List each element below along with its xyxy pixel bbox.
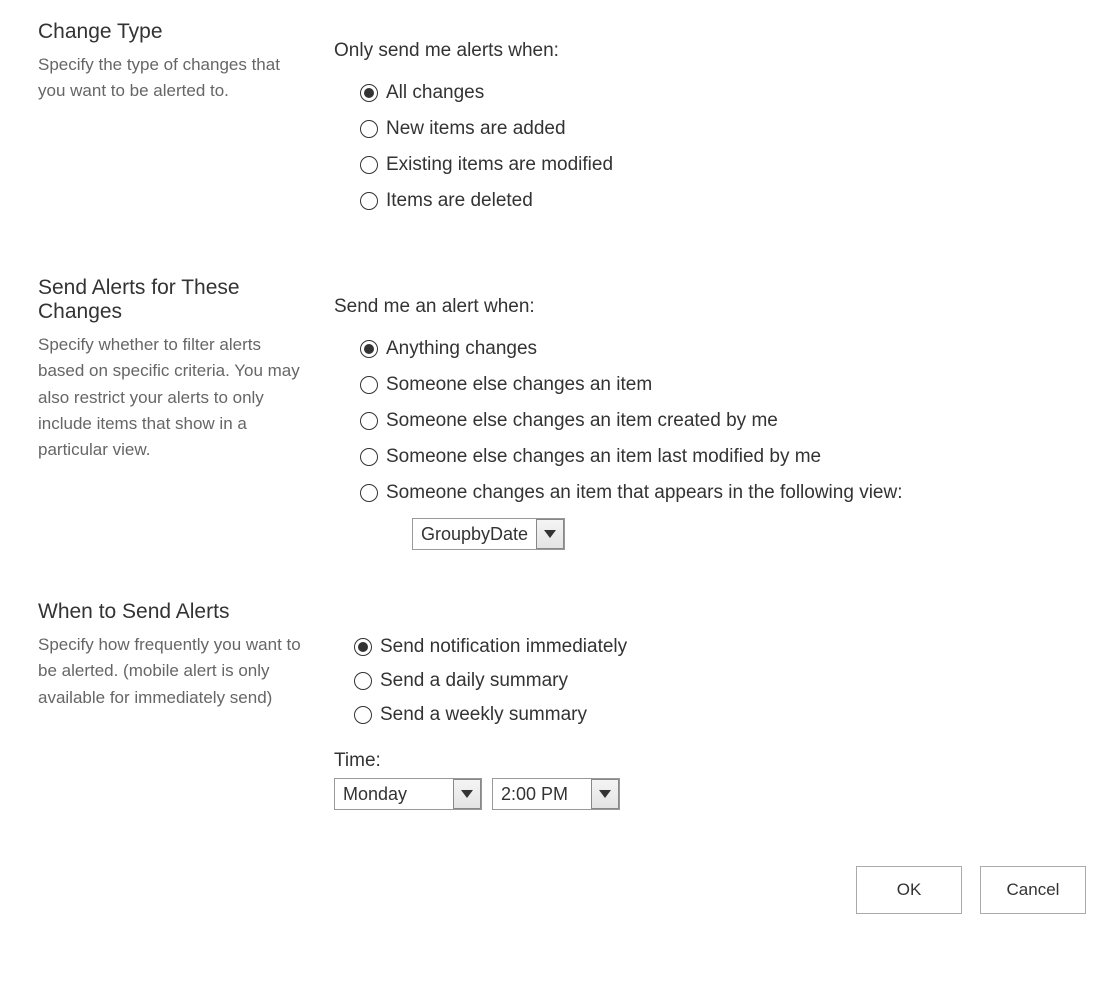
radio-label: Send notification immediately bbox=[380, 636, 627, 658]
radio-label: Existing items are modified bbox=[386, 154, 613, 176]
view-select[interactable]: GroupbyDate bbox=[412, 518, 565, 550]
radio-icon[interactable] bbox=[360, 84, 378, 102]
time-label: Time: bbox=[334, 750, 1120, 772]
section-title: Send Alerts for These Changes bbox=[38, 276, 306, 324]
radio-option-anything-changes[interactable]: Anything changes bbox=[360, 338, 1120, 360]
section-title: Change Type bbox=[38, 20, 306, 44]
day-select[interactable]: Monday bbox=[334, 778, 482, 810]
section-send-for-changes: Send Alerts for These Changes Specify wh… bbox=[0, 256, 1120, 580]
section-when-to-send: When to Send Alerts Specify how frequent… bbox=[0, 580, 1120, 840]
radio-option-items-deleted[interactable]: Items are deleted bbox=[360, 190, 1120, 212]
section-right: Send notification immediately Send a dai… bbox=[334, 600, 1120, 810]
section-left: Send Alerts for These Changes Specify wh… bbox=[38, 276, 334, 464]
radio-label: Someone else changes an item last modifi… bbox=[386, 446, 821, 468]
radio-option-existing-modified[interactable]: Existing items are modified bbox=[360, 154, 1120, 176]
time-block: Time: Monday 2:00 PM bbox=[334, 750, 1120, 810]
section-right: Send me an alert when: Anything changes … bbox=[334, 276, 1120, 550]
radio-label: Someone else changes an item created by … bbox=[386, 410, 778, 432]
radio-icon[interactable] bbox=[354, 638, 372, 656]
radio-option-someone-else-created-by-me[interactable]: Someone else changes an item created by … bbox=[360, 410, 1120, 432]
prompt-text: Only send me alerts when: bbox=[334, 40, 1120, 62]
time-selects-row: Monday 2:00 PM bbox=[334, 778, 1120, 810]
time-select[interactable]: 2:00 PM bbox=[492, 778, 620, 810]
section-description: Specify the type of changes that you wan… bbox=[38, 52, 306, 105]
radio-group-when-to-send: Send notification immediately Send a dai… bbox=[334, 636, 1120, 726]
radio-label: Anything changes bbox=[386, 338, 537, 360]
radio-icon[interactable] bbox=[360, 156, 378, 174]
view-select-wrap: GroupbyDate bbox=[412, 518, 1120, 550]
radio-icon[interactable] bbox=[360, 120, 378, 138]
radio-option-someone-else-changes[interactable]: Someone else changes an item bbox=[360, 374, 1120, 396]
radio-option-someone-else-modified-by-me[interactable]: Someone else changes an item last modifi… bbox=[360, 446, 1120, 468]
radio-label: Someone changes an item that appears in … bbox=[386, 482, 902, 504]
select-value: Monday bbox=[335, 784, 453, 805]
section-description: Specify whether to filter alerts based o… bbox=[38, 332, 306, 464]
radio-icon[interactable] bbox=[354, 706, 372, 724]
radio-option-weekly-summary[interactable]: Send a weekly summary bbox=[354, 704, 1120, 726]
prompt-text: Send me an alert when: bbox=[334, 296, 1120, 318]
radio-icon[interactable] bbox=[360, 448, 378, 466]
radio-label: Items are deleted bbox=[386, 190, 533, 212]
radio-icon[interactable] bbox=[360, 484, 378, 502]
buttons-row: OK Cancel bbox=[0, 840, 1120, 924]
radio-option-daily-summary[interactable]: Send a daily summary bbox=[354, 670, 1120, 692]
radio-label: Send a daily summary bbox=[380, 670, 568, 692]
radio-label: All changes bbox=[386, 82, 484, 104]
radio-label: Send a weekly summary bbox=[380, 704, 587, 726]
radio-option-appears-in-view[interactable]: Someone changes an item that appears in … bbox=[360, 482, 1120, 504]
section-title: When to Send Alerts bbox=[38, 600, 306, 624]
radio-group-send-for-changes: Anything changes Someone else changes an… bbox=[334, 338, 1120, 550]
select-value: 2:00 PM bbox=[493, 784, 591, 805]
select-value: GroupbyDate bbox=[413, 524, 536, 545]
radio-icon[interactable] bbox=[360, 376, 378, 394]
chevron-down-icon[interactable] bbox=[536, 519, 564, 549]
radio-icon[interactable] bbox=[360, 412, 378, 430]
section-right: Only send me alerts when: All changes Ne… bbox=[334, 20, 1120, 226]
radio-group-change-type: All changes New items are added Existing… bbox=[334, 82, 1120, 212]
radio-option-all-changes[interactable]: All changes bbox=[360, 82, 1120, 104]
ok-button[interactable]: OK bbox=[856, 866, 962, 914]
section-left: When to Send Alerts Specify how frequent… bbox=[38, 600, 334, 711]
section-description: Specify how frequently you want to be al… bbox=[38, 632, 306, 711]
cancel-button[interactable]: Cancel bbox=[980, 866, 1086, 914]
radio-option-new-items[interactable]: New items are added bbox=[360, 118, 1120, 140]
radio-option-immediately[interactable]: Send notification immediately bbox=[354, 636, 1120, 658]
radio-icon[interactable] bbox=[360, 192, 378, 210]
radio-icon[interactable] bbox=[354, 672, 372, 690]
section-left: Change Type Specify the type of changes … bbox=[38, 20, 334, 105]
radio-label: Someone else changes an item bbox=[386, 374, 652, 396]
chevron-down-icon[interactable] bbox=[591, 779, 619, 809]
radio-label: New items are added bbox=[386, 118, 566, 140]
chevron-down-icon[interactable] bbox=[453, 779, 481, 809]
radio-icon[interactable] bbox=[360, 340, 378, 358]
section-change-type: Change Type Specify the type of changes … bbox=[0, 0, 1120, 256]
